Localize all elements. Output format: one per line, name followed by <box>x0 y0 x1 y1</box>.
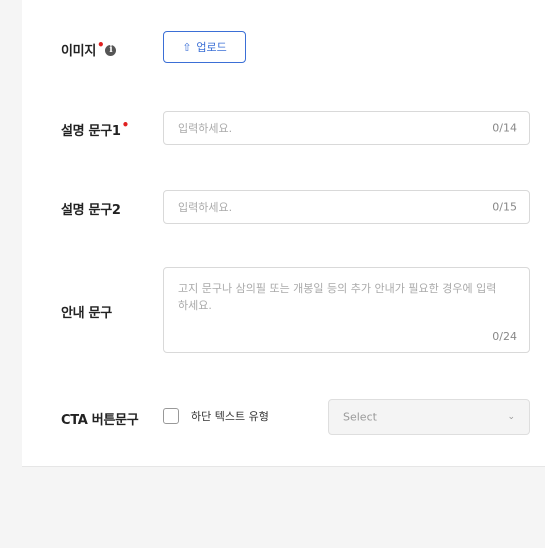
desc1-label-row: 설명 문구1• <box>61 118 130 139</box>
required-mark: • <box>96 38 105 52</box>
cta-checkbox[interactable] <box>163 408 179 424</box>
notice-counter: 0/24 <box>492 330 517 343</box>
desc2-label: 설명 문구2 <box>61 203 121 218</box>
cta-select[interactable]: Select ⌄ <box>328 399 530 435</box>
notice-placeholder: 고지 문구나 삼의필 또는 개봉일 등의 추가 안내가 필요한 경우에 입력하세… <box>178 282 497 312</box>
upload-button[interactable]: ⇧ 업로드 <box>163 31 246 63</box>
desc1-label: 설명 문구1 <box>61 124 121 139</box>
desc2-input[interactable]: 입력하세요. 0/15 <box>163 190 530 224</box>
form-panel: 이미지• i ⇧ 업로드 설명 문구1• 입력하세요. 0/14 설명 문구2 입… <box>22 0 545 467</box>
cta-label: CTA 버튼문구 <box>61 413 139 428</box>
notice-label: 안내 문구 <box>61 306 112 321</box>
cta-label-row: CTA 버튼문구 <box>61 409 139 428</box>
notice-textarea[interactable]: 고지 문구나 삼의필 또는 개봉일 등의 추가 안내가 필요한 경우에 입력하세… <box>163 267 530 353</box>
required-mark: • <box>121 118 130 132</box>
desc1-counter: 0/14 <box>492 121 517 135</box>
upload-button-label: 업로드 <box>196 41 227 54</box>
image-label: 이미지 <box>61 44 96 59</box>
desc2-label-row: 설명 문구2 <box>61 199 121 218</box>
desc1-input[interactable]: 입력하세요. 0/14 <box>163 111 530 145</box>
image-label-row: 이미지• i <box>61 38 117 59</box>
desc2-counter: 0/15 <box>492 200 517 214</box>
info-icon[interactable]: i <box>105 45 117 56</box>
chevron-down-icon: ⌄ <box>507 412 515 422</box>
cta-select-value: Select <box>343 410 377 424</box>
upload-icon: ⇧ <box>182 40 192 54</box>
desc2-placeholder: 입력하세요. <box>178 201 233 214</box>
desc1-placeholder: 입력하세요. <box>178 122 233 135</box>
notice-label-row: 안내 문구 <box>61 302 112 321</box>
cta-checkbox-label[interactable]: 하단 텍스트 유형 <box>191 408 269 424</box>
